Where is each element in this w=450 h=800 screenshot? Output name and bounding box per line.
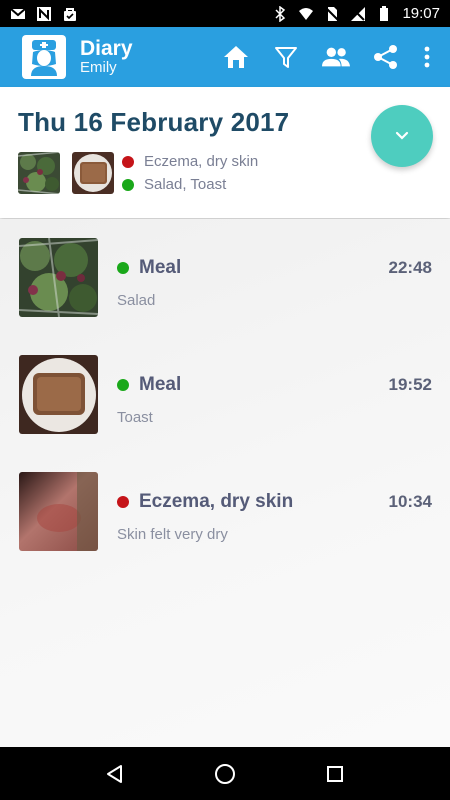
chevron-down-icon (395, 131, 409, 140)
entry-description: Salad (117, 292, 156, 309)
entry-title: Meal (139, 257, 182, 278)
people-button[interactable] (322, 43, 350, 71)
back-button[interactable] (100, 759, 130, 789)
back-triangle-icon (107, 764, 122, 783)
system-nav-bar (0, 747, 450, 800)
gmail-icon (10, 7, 26, 19)
salad-thumbnail (18, 152, 60, 194)
bag-icon (64, 7, 76, 21)
red-status-dot (122, 155, 134, 168)
entry-time: 10:34 (388, 492, 432, 511)
tag-meals: Salad, Toast (122, 176, 258, 193)
status-bar: 19:07 (0, 0, 450, 27)
user-name: Emily (80, 59, 117, 77)
entries-list: Meal 22:48 Salad Meal 19:52 Toast Eczema… (0, 219, 450, 747)
day-date: Thu 16 February 2017 (18, 107, 290, 137)
wifi-icon (299, 7, 314, 20)
recents-button[interactable] (320, 759, 350, 789)
salad-photo (19, 238, 98, 317)
share-icon (374, 45, 397, 69)
green-status-dot (117, 379, 129, 391)
toast-photo (19, 355, 98, 434)
list-item[interactable]: Eczema, dry skin 10:34 Skin felt very dr… (0, 472, 450, 552)
app-bar: Diary Emily (0, 27, 450, 87)
home-nav-button[interactable] (210, 759, 240, 789)
skin-photo (19, 472, 98, 551)
green-status-dot (122, 178, 134, 191)
bluetooth-icon (275, 5, 286, 22)
home-icon (224, 46, 248, 68)
app-title: Diary (80, 37, 133, 61)
battery-icon (380, 5, 389, 21)
home-button[interactable] (222, 43, 250, 71)
filter-button[interactable] (272, 43, 300, 71)
entry-description: Skin felt very dry (117, 526, 228, 543)
tag-symptom: Eczema, dry skin (122, 153, 258, 170)
entry-title: Eczema, dry skin (139, 491, 294, 512)
nurse-avatar-icon (31, 40, 57, 76)
share-button[interactable] (372, 43, 400, 71)
status-time: 19:07 (402, 5, 440, 22)
entry-description: Toast (117, 409, 153, 426)
app-logo (22, 35, 66, 79)
entry-time: 22:48 (388, 258, 432, 277)
green-status-dot (117, 262, 129, 274)
entry-time: 19:52 (388, 375, 432, 394)
entry-title: Meal (139, 374, 182, 395)
more-vert-icon (424, 46, 430, 68)
list-item[interactable]: Meal 19:52 Toast (0, 355, 450, 435)
more-options-button[interactable] (422, 43, 432, 71)
n-app-icon (37, 6, 51, 21)
no-sim-icon (325, 6, 340, 21)
filter-icon (275, 47, 297, 68)
people-icon (322, 47, 350, 67)
recents-square-icon (327, 765, 343, 782)
day-tags: Eczema, dry skin Salad, Toast (122, 153, 258, 193)
tag-label: Eczema, dry skin (144, 153, 259, 170)
tag-label: Salad, Toast (144, 176, 227, 193)
red-status-dot (117, 496, 129, 508)
signal-icon (350, 5, 366, 21)
list-item[interactable]: Meal 22:48 Salad (0, 238, 450, 318)
home-circle-icon (215, 763, 235, 784)
day-thumbnails (18, 152, 114, 194)
notification-icons (10, 6, 78, 22)
toast-thumbnail (72, 152, 114, 194)
collapse-button[interactable] (371, 105, 433, 167)
